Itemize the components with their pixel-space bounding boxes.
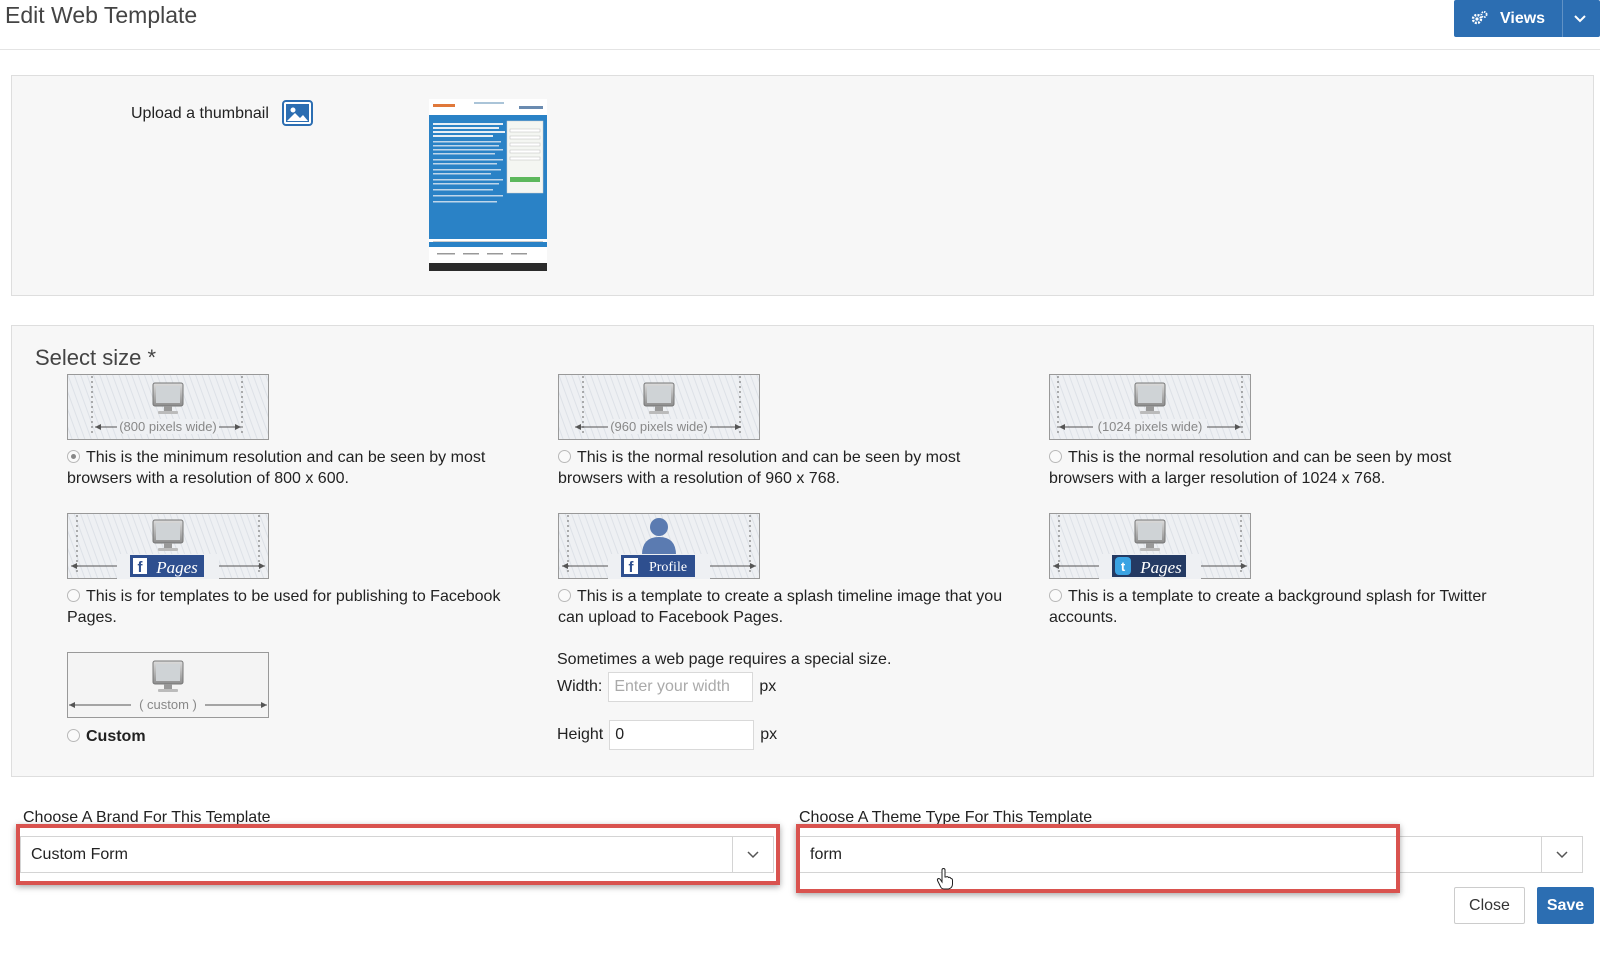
- size-radio-twitter[interactable]: [1049, 589, 1062, 602]
- save-button[interactable]: Save: [1537, 887, 1594, 924]
- brand-label: Choose A Brand For This Template: [23, 809, 271, 826]
- size-preview-facebook-pages: f Pages: [67, 513, 269, 579]
- width-input[interactable]: [608, 672, 754, 702]
- height-label: Height: [557, 726, 604, 743]
- close-button[interactable]: Close: [1454, 887, 1525, 924]
- height-row: Height px: [557, 720, 777, 750]
- size-option-1024[interactable]: (1024 pixels wide) This is the normal re…: [1049, 374, 1519, 494]
- height-input[interactable]: [609, 720, 755, 750]
- size-option-facebook-pages[interactable]: f Pages This is for templates to be used…: [67, 513, 537, 633]
- size-option-960-text: This is the normal resolution and can be…: [558, 449, 961, 487]
- chevron-down-icon[interactable]: [732, 837, 773, 872]
- size-preview-1024: (1024 pixels wide): [1049, 374, 1251, 440]
- custom-size-note: Sometimes a web page requires a special …: [557, 651, 892, 668]
- size-option-facebook-pages-text: This is for templates to be used for pub…: [67, 588, 501, 626]
- size-preview-label: (1024 pixels wide): [1098, 419, 1203, 434]
- page-title: Edit Web Template: [5, 2, 198, 28]
- size-option-1024-text: This is the normal resolution and can be…: [1049, 449, 1452, 487]
- width-label: Width:: [557, 678, 603, 695]
- brand-select[interactable]: Custom Form: [20, 836, 774, 873]
- size-option-800-text: This is the minimum resolution and can b…: [67, 449, 486, 487]
- size-option-facebook-profile-label[interactable]: This is a template to create a splash ti…: [558, 586, 1028, 628]
- theme-label: Choose A Theme Type For This Template: [799, 809, 1093, 826]
- size-radio-facebook-profile[interactable]: [558, 589, 571, 602]
- gears-icon: [1468, 8, 1490, 30]
- size-option-twitter-label[interactable]: This is a template to create a backgroun…: [1049, 586, 1519, 628]
- svg-text:t: t: [1121, 559, 1126, 574]
- size-radio-960[interactable]: [558, 450, 571, 463]
- size-radio-800[interactable]: [67, 450, 80, 463]
- select-size-title: Select size *: [35, 345, 157, 370]
- size-preview-label: Profile: [649, 560, 687, 575]
- size-preview-label: (800 pixels wide): [119, 419, 217, 434]
- size-option-facebook-profile[interactable]: f Profile This is a template to create a…: [558, 513, 1028, 633]
- size-preview-label: Pages: [155, 558, 198, 577]
- brand-select-value: Custom Form: [31, 845, 128, 863]
- width-row: Width: px: [557, 672, 776, 702]
- theme-select-value: form: [810, 845, 842, 863]
- size-radio-1024[interactable]: [1049, 450, 1062, 463]
- size-radio-custom[interactable]: [67, 729, 80, 742]
- views-label: Views: [1500, 9, 1546, 27]
- size-option-800-label[interactable]: This is the minimum resolution and can b…: [67, 447, 537, 489]
- page-header: Edit Web Template Views: [0, 0, 1600, 50]
- size-option-twitter-text: This is a template to create a backgroun…: [1049, 588, 1487, 626]
- size-option-960-label[interactable]: This is the normal resolution and can be…: [558, 447, 1028, 489]
- size-option-800[interactable]: (800 pixels wide) This is the minimum re…: [67, 374, 537, 494]
- views-button[interactable]: Views: [1454, 0, 1600, 37]
- template-thumbnail-image: [429, 99, 547, 271]
- size-panel: Select size * (800 pixels wide) This is …: [11, 325, 1594, 777]
- chevron-down-icon[interactable]: [1570, 10, 1590, 28]
- size-preview-label: Pages: [1139, 558, 1182, 577]
- size-option-960[interactable]: (960 pixels wide) This is the normal res…: [558, 374, 1028, 494]
- size-preview-label: (960 pixels wide): [610, 419, 708, 434]
- size-option-facebook-profile-text: This is a template to create a splash ti…: [558, 588, 1003, 626]
- height-unit: px: [760, 726, 778, 743]
- upload-thumbnail-label[interactable]: Upload a thumbnail: [131, 105, 269, 123]
- chevron-down-icon[interactable]: [1541, 837, 1582, 872]
- size-option-custom-label[interactable]: Custom: [67, 726, 537, 747]
- size-preview-custom: ( custom ): [67, 652, 269, 718]
- size-preview-twitter: t Pages: [1049, 513, 1251, 579]
- hand-cursor-icon: [936, 867, 954, 890]
- button-divider: [1562, 0, 1563, 37]
- thumbnail-panel: Upload a thumbnail: [11, 75, 1594, 296]
- size-preview-facebook-profile: f Profile: [558, 513, 760, 579]
- size-option-twitter[interactable]: t Pages This is a template to create a b…: [1049, 513, 1519, 633]
- size-option-custom-text: Custom: [86, 728, 146, 745]
- size-option-1024-label[interactable]: This is the normal resolution and can be…: [1049, 447, 1519, 489]
- size-radio-facebook-pages[interactable]: [67, 589, 80, 602]
- image-icon[interactable]: [282, 100, 313, 126]
- size-preview-label: ( custom ): [139, 697, 197, 712]
- theme-select[interactable]: form: [799, 836, 1583, 873]
- size-option-custom[interactable]: ( custom ) Custom: [67, 652, 537, 752]
- size-preview-800: (800 pixels wide): [67, 374, 269, 440]
- size-preview-960: (960 pixels wide): [558, 374, 760, 440]
- size-option-facebook-pages-label[interactable]: This is for templates to be used for pub…: [67, 586, 537, 628]
- width-unit: px: [759, 678, 777, 695]
